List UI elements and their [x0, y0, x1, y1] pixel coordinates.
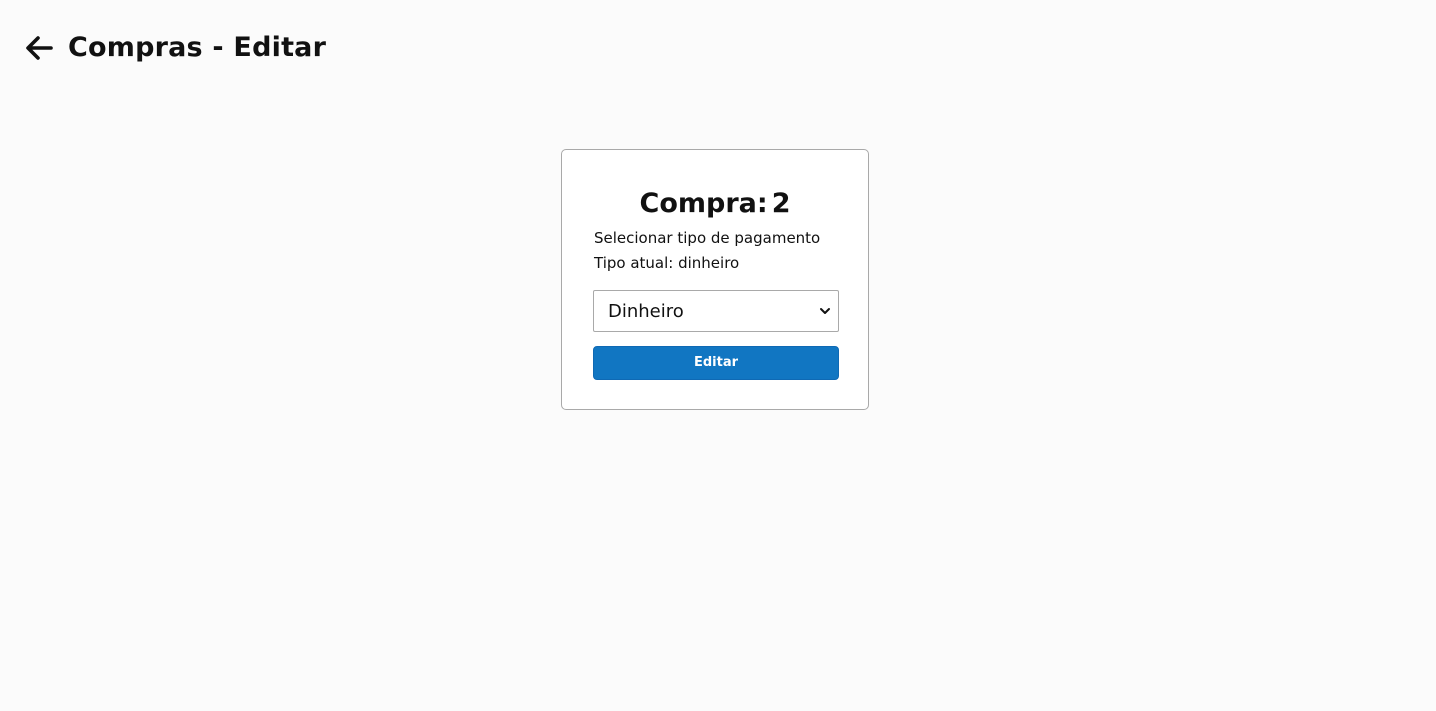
page-title: Compras - Editar — [68, 32, 327, 63]
payment-type-select[interactable]: Dinheiro — [593, 290, 839, 332]
edit-button[interactable]: Editar — [593, 346, 839, 380]
chevron-down-icon — [814, 307, 836, 315]
current-payment-type: Tipo atual: dinheiro — [594, 254, 740, 272]
edit-purchase-card: Compra: 2 Selecionar tipo de pagamento Ti… — [561, 149, 869, 410]
back-button[interactable] — [24, 31, 54, 65]
card-title-label: Compra: — [639, 188, 768, 219]
page: Compras - Editar Compra: 2 Selecionar tip… — [0, 0, 1436, 711]
card-title: Compra: 2 — [562, 184, 868, 224]
purchase-number: 2 — [771, 188, 791, 219]
page-header: Compras - Editar — [24, 28, 326, 68]
payment-type-selected-value: Dinheiro — [608, 300, 684, 322]
arrow-left-icon — [26, 36, 53, 60]
select-payment-label: Selecionar tipo de pagamento — [594, 229, 821, 247]
